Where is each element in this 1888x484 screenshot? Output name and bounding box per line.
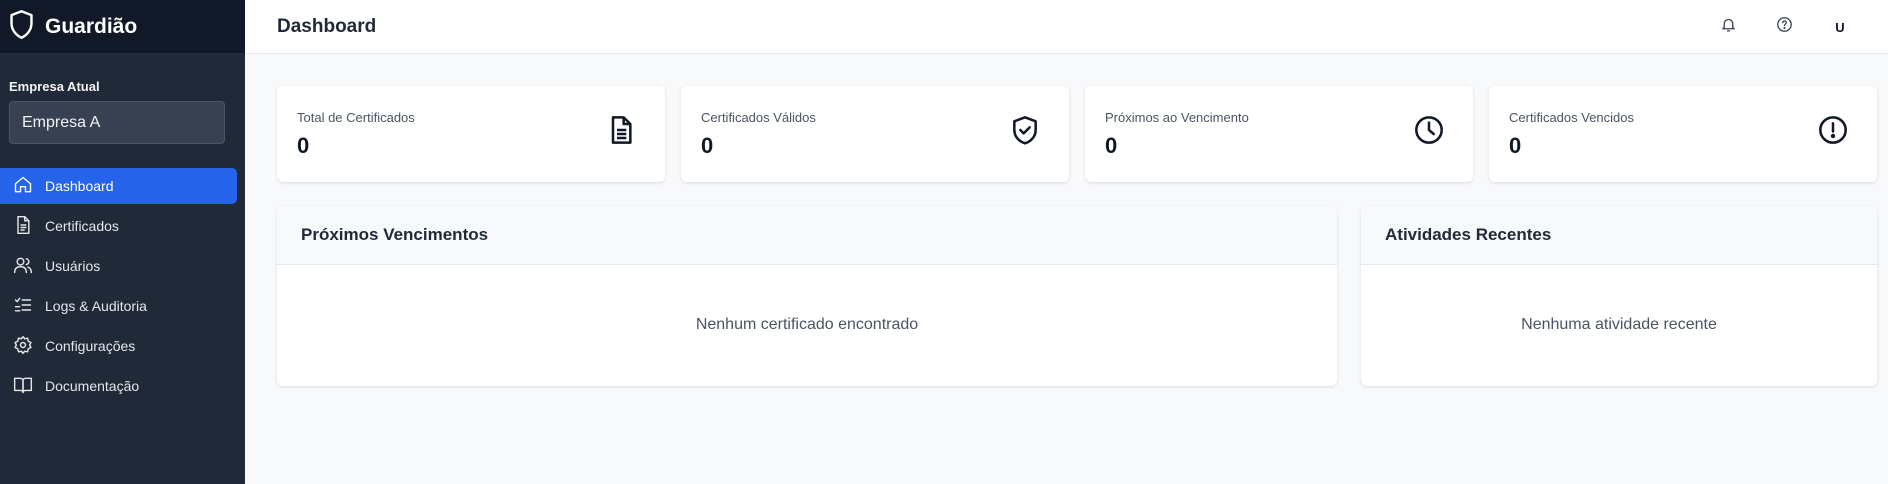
bell-icon [1720, 16, 1737, 38]
company-select-value: Empresa A [22, 113, 101, 131]
shield-check-icon [1009, 114, 1041, 146]
avatar: U [1835, 19, 1845, 35]
user-menu-button[interactable]: U [1812, 5, 1868, 49]
stat-card-total: Total de Certificados 0 [277, 86, 665, 182]
stat-label: Total de Certificados [297, 110, 415, 125]
dashboard-content: Total de Certificados 0 Certificados Vál… [245, 54, 1888, 386]
page-title: Dashboard [277, 15, 377, 37]
alert-circle-icon [1817, 114, 1849, 146]
sidebar-item-usuarios[interactable]: Usuários [0, 248, 237, 284]
upcoming-expirations-panel: Próximos Vencimentos Nenhum certificado … [277, 206, 1337, 386]
stat-card-expiring: Próximos ao Vencimento 0 [1085, 86, 1473, 182]
notifications-button[interactable] [1700, 5, 1756, 49]
sidebar-item-label: Certificados [45, 218, 119, 234]
sidebar: Guardião Empresa Atual Empresa A Dashboa… [0, 0, 245, 484]
stat-card-expired: Certificados Vencidos 0 [1489, 86, 1877, 182]
stat-value: 0 [297, 133, 310, 158]
list-checks-icon [13, 295, 33, 318]
gear-icon [13, 335, 33, 358]
sidebar-item-label: Usuários [45, 258, 101, 274]
empty-state-message: Nenhuma atividade recente [1521, 316, 1717, 333]
brand-name: Guardião [45, 14, 138, 38]
sidebar-item-documentacao[interactable]: Documentação [0, 368, 237, 404]
main: Dashboard U Total de Certificados 0 Cert… [245, 0, 1888, 484]
sidebar-item-configuracoes[interactable]: Configurações [0, 328, 237, 364]
stat-value: 0 [701, 133, 714, 158]
stat-value: 0 [1509, 133, 1522, 158]
document-icon [605, 114, 637, 146]
sidebar-item-label: Configurações [45, 338, 136, 354]
company-select[interactable]: Empresa A [9, 101, 225, 144]
panel-title: Atividades Recentes [1361, 206, 1877, 265]
sidebar-nav: Dashboard Certificados Usuários Logs & A… [0, 168, 245, 404]
panels-row: Próximos Vencimentos Nenhum certificado … [277, 206, 1877, 386]
clock-icon [1413, 114, 1445, 146]
sidebar-item-certificados[interactable]: Certificados [0, 208, 237, 244]
stat-card-valid: Certificados Válidos 0 [681, 86, 1069, 182]
top-header: Dashboard U [245, 0, 1888, 54]
home-icon [13, 175, 33, 198]
stat-value: 0 [1105, 133, 1118, 158]
sidebar-item-label: Dashboard [45, 178, 114, 194]
stat-label: Certificados Vencidos [1509, 110, 1635, 125]
users-icon [13, 255, 33, 278]
company-label: Empresa Atual [9, 79, 100, 94]
header-actions: U [1700, 0, 1868, 54]
sidebar-item-dashboard[interactable]: Dashboard [0, 168, 237, 204]
app: Guardião Empresa Atual Empresa A Dashboa… [0, 0, 1888, 484]
book-icon [13, 375, 33, 398]
help-icon [1776, 16, 1793, 38]
empty-state-message: Nenhum certificado encontrado [695, 316, 919, 333]
sidebar-item-label: Logs & Auditoria [45, 298, 147, 314]
brand[interactable]: Guardião [0, 0, 245, 53]
stats-row: Total de Certificados 0 Certificados Vál… [277, 86, 1877, 182]
shield-logo-icon [8, 9, 35, 45]
sidebar-item-logs-auditoria[interactable]: Logs & Auditoria [0, 288, 237, 324]
stat-label: Próximos ao Vencimento [1105, 110, 1249, 125]
company-switcher: Empresa Atual Empresa A [0, 53, 245, 144]
panel-title: Próximos Vencimentos [277, 206, 1337, 265]
sidebar-item-label: Documentação [45, 378, 140, 394]
recent-activity-panel: Atividades Recentes Nenhuma atividade re… [1361, 206, 1877, 386]
help-button[interactable] [1756, 5, 1812, 49]
document-icon [13, 215, 33, 238]
stat-label: Certificados Válidos [701, 110, 816, 125]
